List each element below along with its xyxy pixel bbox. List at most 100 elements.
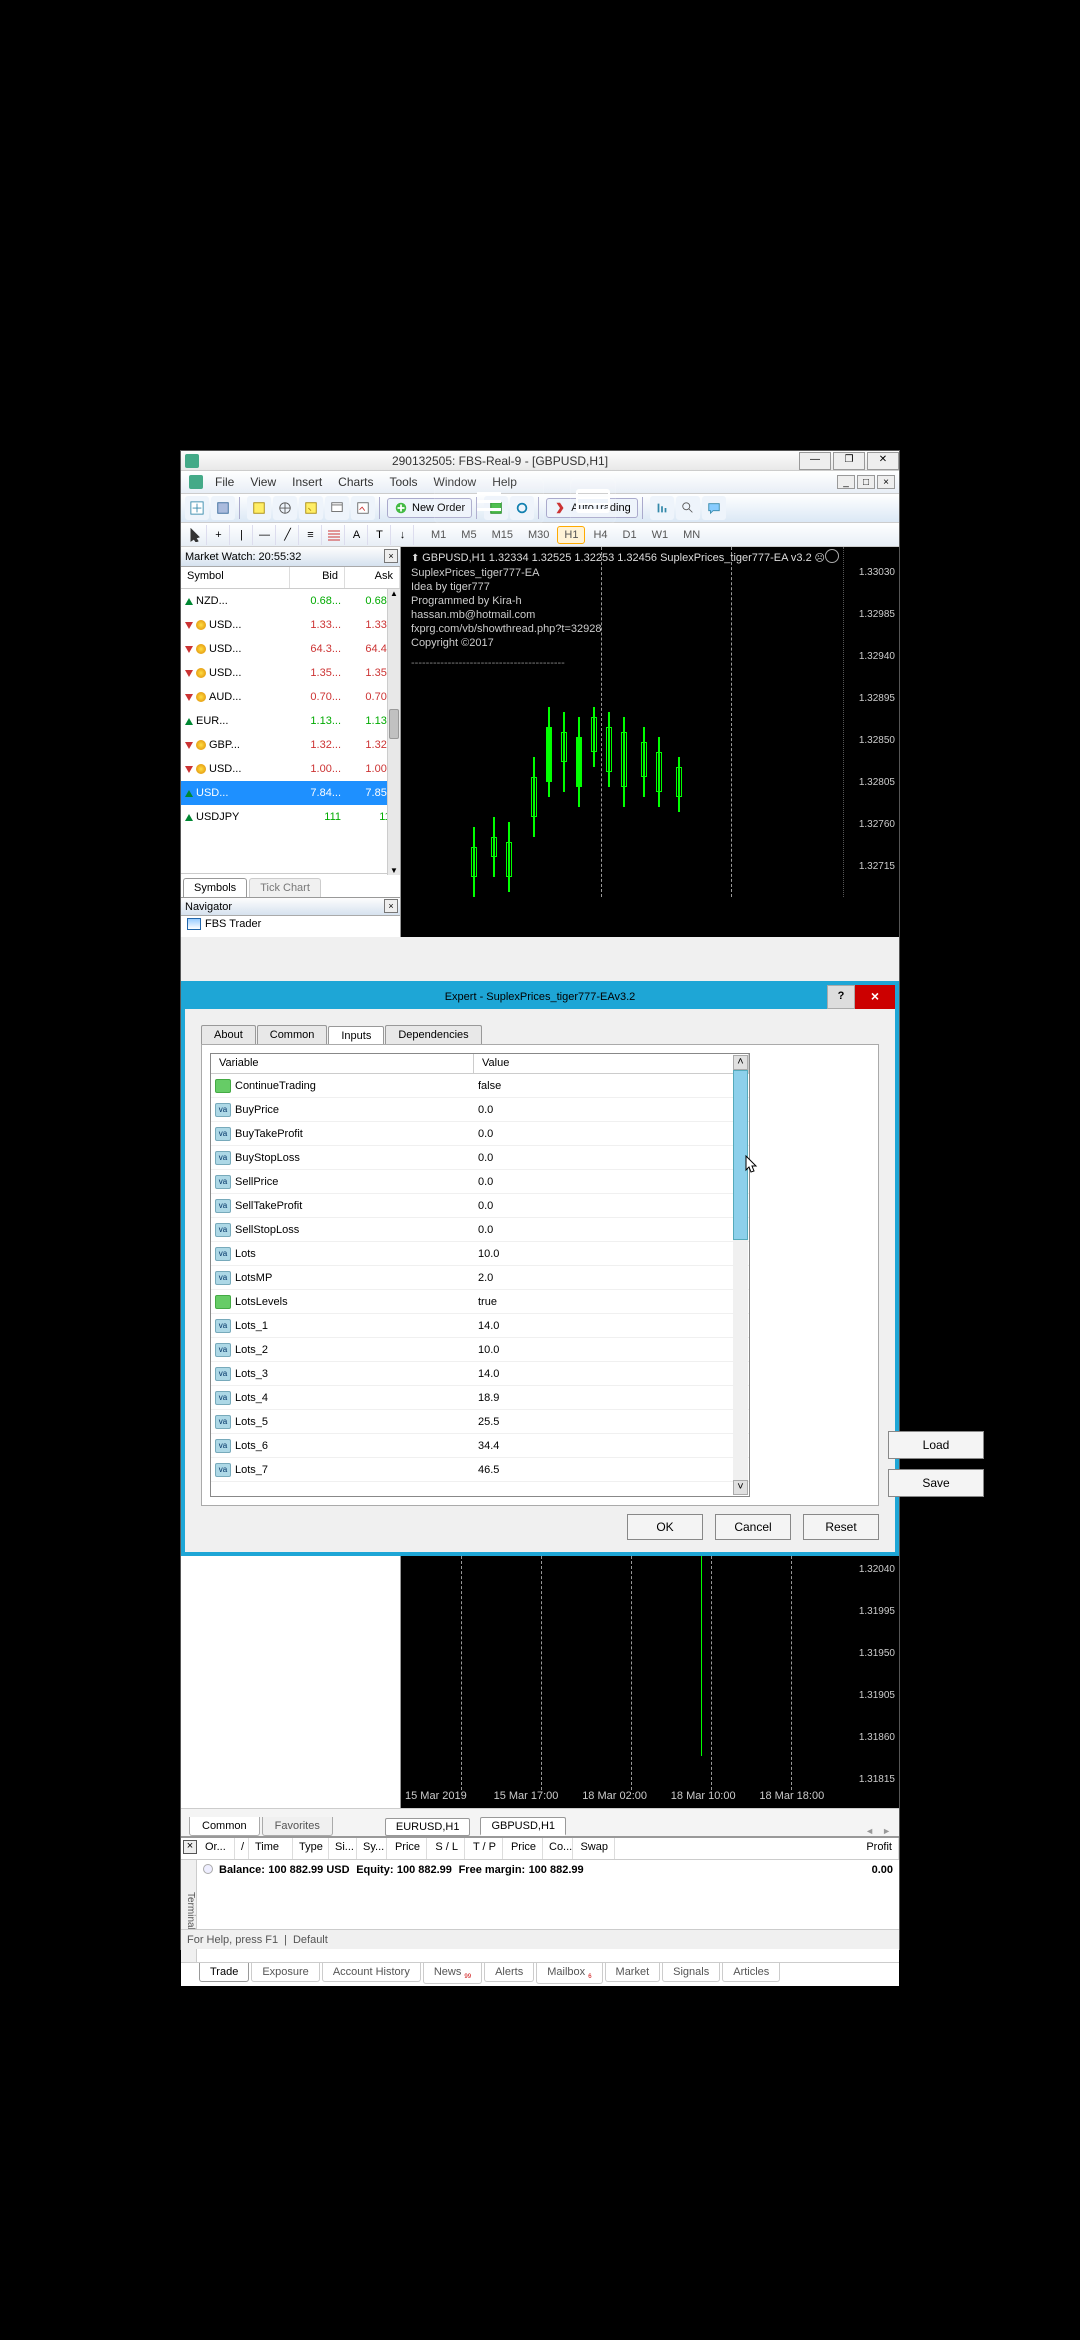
terminal-col[interactable]: Co... [543,1838,573,1859]
scroll-down-icon[interactable]: ˅ [733,1480,748,1495]
navigator-close[interactable]: × [384,899,398,913]
chat-button[interactable] [702,496,726,520]
menu-tools[interactable]: Tools [382,473,426,491]
grid-scrollbar[interactable]: ˄ ˅ [733,1055,748,1495]
timeframe-h4[interactable]: H4 [586,526,614,544]
terminal-col[interactable]: Or... [199,1838,235,1859]
tab-favorites[interactable]: Favorites [262,1817,333,1836]
col-value[interactable]: Value [474,1054,749,1073]
terminal-col[interactable]: Price [387,1838,427,1859]
save-button[interactable]: Save [888,1469,984,1497]
timeframe-d1[interactable]: D1 [616,526,644,544]
market-watch-row[interactable]: USDJPY111111 [181,805,400,829]
zoom-tool-button[interactable] [650,496,674,520]
maximize-button[interactable]: ❐ [833,452,865,470]
terminal-tab-mailbox[interactable]: Mailbox 6 [536,1963,602,1984]
cursor-tool[interactable] [185,525,207,545]
input-row[interactable]: vaBuyStopLoss0.0 [211,1146,749,1170]
menu-charts[interactable]: Charts [330,473,381,491]
hline-tool[interactable]: — [254,525,276,545]
channel-tool[interactable]: ≡ [300,525,322,545]
market-watch-row[interactable]: USD...1.35...1.35... [181,661,400,685]
minimize-button[interactable]: — [799,452,831,470]
menu-file[interactable]: File [207,473,242,491]
terminal-tab-news[interactable]: News 99 [423,1963,482,1984]
col-symbol[interactable]: Symbol [181,567,290,588]
tab-about[interactable]: About [201,1025,256,1044]
vline-tool[interactable]: | [231,525,253,545]
terminal-close[interactable]: × [183,1840,197,1854]
col-variable[interactable]: Variable [211,1054,474,1073]
scroll-up-icon[interactable]: ˄ [733,1055,748,1070]
market-watch-row[interactable]: USD...1.33...1.33... [181,613,400,637]
tab-dependencies[interactable]: Dependencies [385,1025,481,1044]
market-watch-row[interactable]: USD...7.84...7.85... [181,781,400,805]
timeframe-h1[interactable]: H1 [557,526,585,544]
tab-common[interactable]: Common [189,1817,260,1836]
scrollbar-thumb[interactable] [389,709,399,739]
trendline-tool[interactable]: ╱ [277,525,299,545]
tab-inputs[interactable]: Inputs [328,1026,384,1045]
input-row[interactable]: ContinueTradingfalse [211,1074,749,1098]
timeframe-m15[interactable]: M15 [485,526,520,544]
terminal-col[interactable]: / [235,1838,249,1859]
chart-tab-eurusd[interactable]: EURUSD,H1 [385,1818,471,1836]
timeframe-mn[interactable]: MN [676,526,707,544]
mdi-max-button[interactable]: □ [857,475,875,489]
market-watch-close[interactable]: × [384,549,398,563]
timeframe-w1[interactable]: W1 [645,526,676,544]
input-row[interactable]: vaLots10.0 [211,1242,749,1266]
terminal-col[interactable]: Sy... [357,1838,387,1859]
market-watch-scrollbar[interactable]: ▲ ▼ [387,589,400,875]
terminal-col[interactable]: Si... [329,1838,357,1859]
strategy-tester-button[interactable] [351,496,375,520]
input-row[interactable]: vaSellTakeProfit0.0 [211,1194,749,1218]
input-row[interactable]: vaLots_634.4 [211,1434,749,1458]
cancel-button[interactable]: Cancel [715,1514,791,1540]
load-button[interactable]: Load [888,1431,984,1459]
input-row[interactable]: vaSellStopLoss0.0 [211,1218,749,1242]
col-ask[interactable]: Ask [345,567,400,588]
navigator-button[interactable] [273,496,297,520]
input-row[interactable]: vaLots_210.0 [211,1338,749,1362]
overlay-menu-icon[interactable] [434,478,544,524]
tab-tick-chart[interactable]: Tick Chart [249,878,321,897]
terminal-tab-trade[interactable]: Trade [199,1963,249,1982]
timeframe-m1[interactable]: M1 [424,526,453,544]
market-watch-button[interactable] [247,496,271,520]
input-row[interactable]: vaLots_114.0 [211,1314,749,1338]
menu-insert[interactable]: Insert [284,473,330,491]
dialog-help-button[interactable]: ? [827,985,855,1009]
input-row[interactable]: LotsLevelstrue [211,1290,749,1314]
terminal-col[interactable]: Time [249,1838,293,1859]
market-watch-row[interactable]: USD...64.3...64.4... [181,637,400,661]
terminal-col[interactable]: Profit [615,1838,899,1859]
new-chart-button[interactable] [185,496,209,520]
input-row[interactable]: vaLots_525.5 [211,1410,749,1434]
ok-button[interactable]: OK [627,1514,703,1540]
input-row[interactable]: vaBuyPrice0.0 [211,1098,749,1122]
dialog-close-button[interactable]: × [855,985,895,1009]
grid-scroll-thumb[interactable] [733,1070,748,1240]
input-row[interactable]: vaLots_746.5 [211,1458,749,1482]
tab-symbols[interactable]: Symbols [183,878,247,897]
terminal-col[interactable]: Swap [573,1838,615,1859]
close-button[interactable]: ✕ [867,452,899,470]
fibo-tool[interactable] [323,525,345,545]
input-row[interactable]: vaBuyTakeProfit0.0 [211,1122,749,1146]
input-row[interactable]: vaLots_418.9 [211,1386,749,1410]
timeframe-m5[interactable]: M5 [454,526,483,544]
label-tool[interactable]: T [369,525,391,545]
mdi-close-button[interactable]: × [877,475,895,489]
dialog-titlebar[interactable]: Expert - SuplexPrices_tiger777-EAv3.2 ? … [185,985,895,1009]
text-tool[interactable]: A [346,525,368,545]
market-watch-row[interactable]: USD...1.00...1.00... [181,757,400,781]
input-row[interactable]: vaLots_314.0 [211,1362,749,1386]
menu-view[interactable]: View [242,473,284,491]
input-row[interactable]: vaSellPrice0.0 [211,1170,749,1194]
col-bid[interactable]: Bid [290,567,345,588]
tabs-scroll-left[interactable]: ◄ [865,1826,874,1836]
mdi-min-button[interactable]: _ [837,475,855,489]
market-watch-row[interactable]: GBP...1.32...1.32... [181,733,400,757]
terminal-tab-market[interactable]: Market [605,1963,661,1982]
